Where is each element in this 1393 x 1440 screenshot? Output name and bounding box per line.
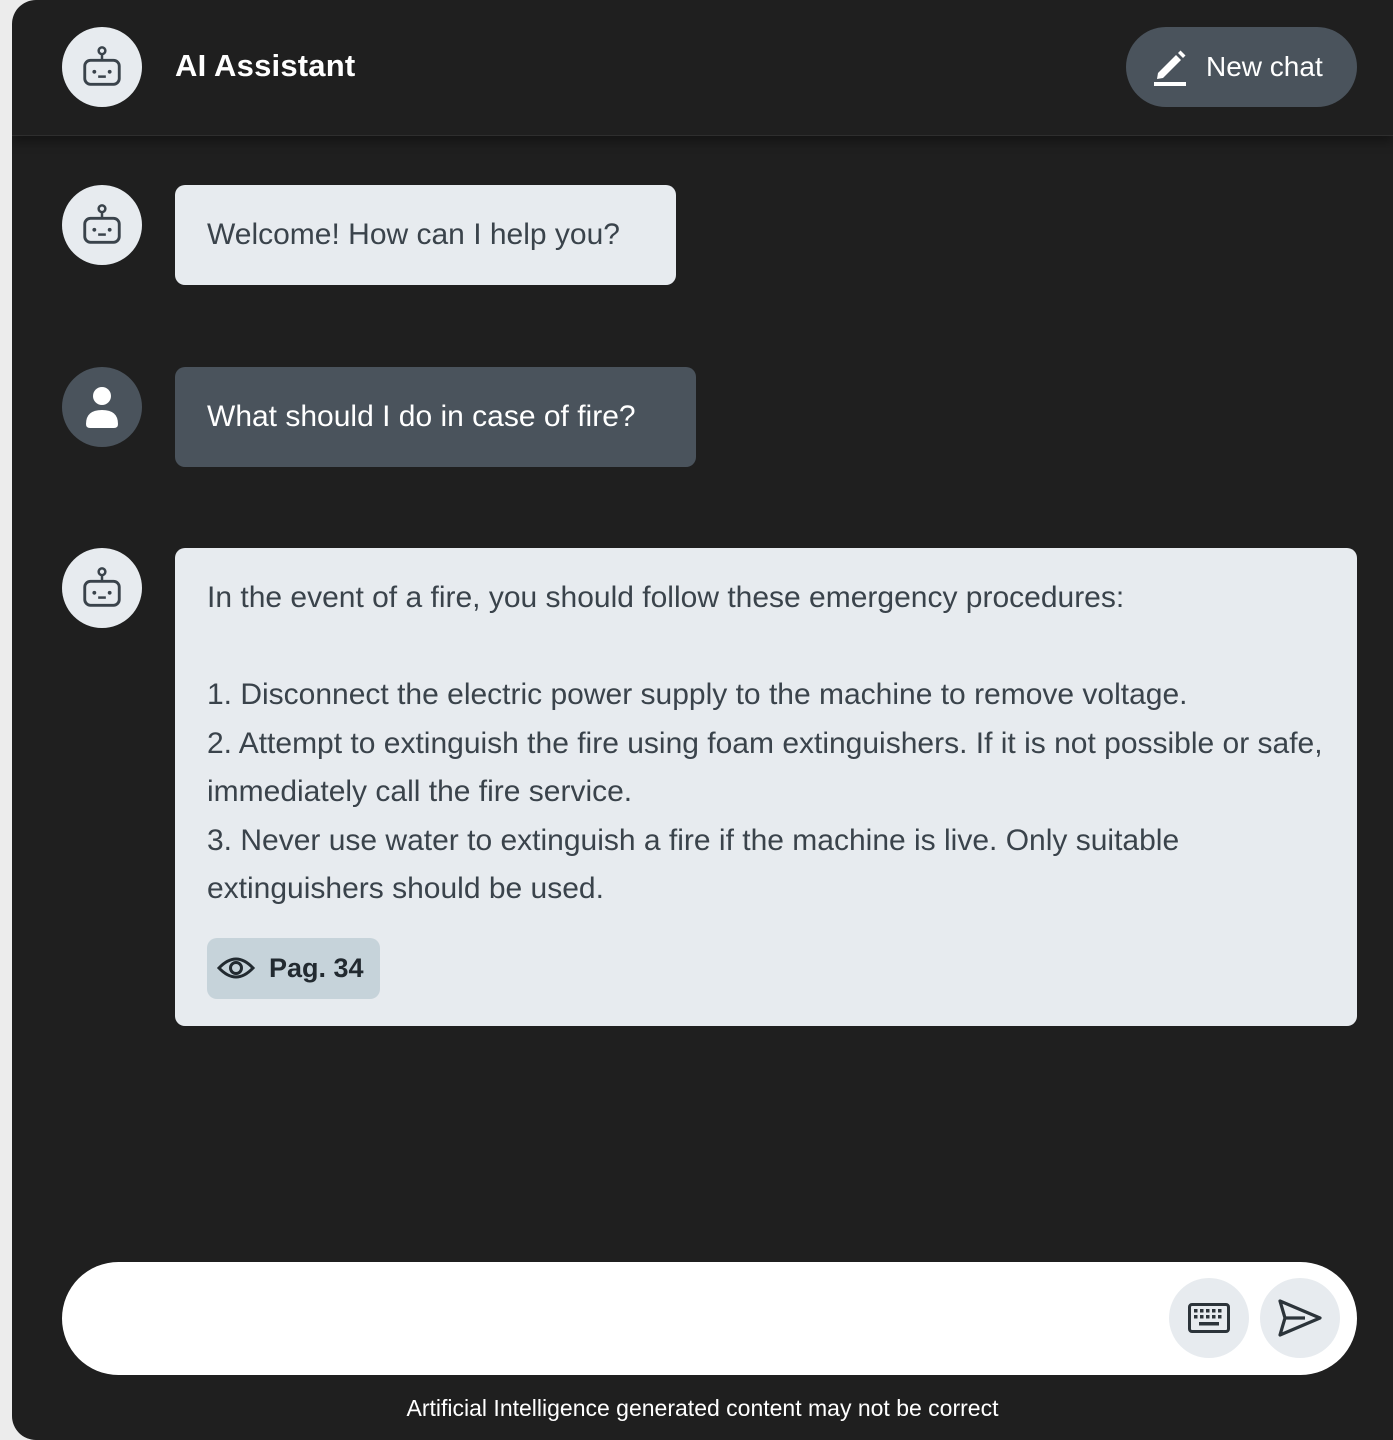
robot-icon [83, 567, 121, 607]
edit-pencil-icon [1154, 50, 1186, 86]
user-avatar [62, 367, 142, 447]
assistant-avatar [62, 185, 142, 265]
ai-disclaimer: Artificial Intelligence generated conten… [406, 1395, 999, 1421]
send-button[interactable] [1260, 1278, 1340, 1358]
robot-icon [83, 46, 121, 86]
message-text: What should I do in case of fire? [207, 400, 636, 433]
assistant-avatar [62, 27, 142, 107]
message-bubble: Welcome! How can I help you? [175, 185, 676, 285]
keyboard-button[interactable] [1169, 1278, 1249, 1358]
message-text: Welcome! How can I help you? [207, 218, 620, 251]
eye-icon [217, 957, 255, 979]
person-icon [86, 387, 118, 428]
source-page-label: Pag. 34 [269, 952, 364, 983]
message-bubble: In the event of a fire, you should follo… [175, 548, 1357, 1026]
send-icon [1278, 1299, 1322, 1337]
message-composer [62, 1262, 1357, 1375]
assistant-avatar [62, 548, 142, 628]
source-page-chip[interactable]: Pag. 34 [207, 937, 380, 999]
message-text: In the event of a fire, you should follo… [207, 581, 1323, 905]
new-chat-label: New chat [1206, 51, 1323, 82]
page-title: AI Assistant [175, 48, 356, 83]
chat-header: AI Assistant New chat [12, 0, 1393, 136]
chat-app: AI Assistant New chat Welcome! How can I… [12, 0, 1393, 1440]
message-input[interactable] [102, 1282, 1152, 1355]
keyboard-icon [1188, 1303, 1230, 1333]
message-bubble: What should I do in case of fire? [175, 367, 696, 467]
new-chat-button[interactable]: New chat [1126, 27, 1357, 107]
robot-icon [83, 204, 121, 244]
